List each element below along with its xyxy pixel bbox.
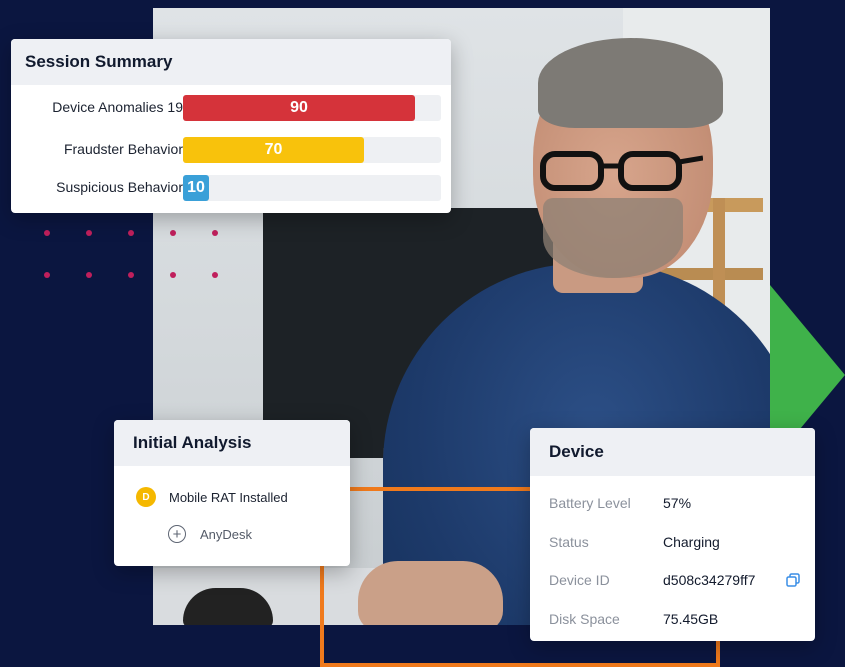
analysis-item-anydesk[interactable]: + AnyDesk bbox=[168, 525, 252, 543]
summary-row-device-anomalies: Device Anomalies 19 90 bbox=[11, 95, 451, 121]
device-field-value: Charging bbox=[663, 534, 720, 550]
analysis-item-label: Mobile RAT Installed bbox=[169, 489, 288, 505]
summary-bar-fill: 70 bbox=[183, 137, 364, 163]
summary-bar-fill: 10 bbox=[183, 175, 209, 201]
summary-row-label: Fraudster Behavior bbox=[63, 141, 183, 157]
plus-circle-icon[interactable]: + bbox=[168, 525, 186, 543]
decorative-dot bbox=[86, 230, 92, 236]
decorative-dot bbox=[44, 230, 50, 236]
summary-row-label: Device Anomalies 19 bbox=[52, 99, 183, 115]
device-field-key: Disk Space bbox=[549, 611, 620, 627]
badge-d-icon: D bbox=[136, 487, 156, 507]
decorative-dot bbox=[44, 272, 50, 278]
device-field-key: Device ID bbox=[549, 572, 610, 588]
device-field-value: 57% bbox=[663, 495, 692, 511]
photo-mouse bbox=[183, 588, 273, 625]
decorative-dot bbox=[170, 230, 176, 236]
decorative-dot bbox=[86, 272, 92, 278]
photo-person-beard bbox=[543, 198, 683, 278]
device-field-device-id: Device ID d508c34279ff7 bbox=[549, 572, 809, 592]
photo-glasses bbox=[540, 151, 703, 191]
summary-bar-track: 10 bbox=[183, 175, 441, 201]
decorative-dot bbox=[170, 272, 176, 278]
decorative-dot bbox=[212, 230, 218, 236]
summary-row-fraudster-behavior: Fraudster Behavior 70 bbox=[11, 137, 451, 163]
device-field-value: d508c34279ff7 bbox=[663, 572, 756, 588]
device-field-battery: Battery Level 57% bbox=[549, 495, 809, 515]
device-field-status: Status Charging bbox=[549, 534, 809, 554]
copy-icon[interactable] bbox=[786, 573, 800, 587]
session-summary-title: Session Summary bbox=[11, 39, 451, 85]
analysis-item-mobile-rat[interactable]: D Mobile RAT Installed bbox=[136, 487, 288, 507]
decorative-dot bbox=[128, 272, 134, 278]
initial-analysis-card: Initial Analysis D Mobile RAT Installed … bbox=[114, 420, 350, 566]
decorative-dot-grid bbox=[30, 225, 230, 285]
device-field-key: Battery Level bbox=[549, 495, 631, 511]
summary-row-label: Suspicious Behavior bbox=[56, 179, 183, 195]
device-field-value: 75.45GB bbox=[663, 611, 719, 627]
session-summary-card: Session Summary Device Anomalies 19 90 F… bbox=[11, 39, 451, 213]
summary-bar-track: 90 bbox=[183, 95, 441, 121]
analysis-item-label: AnyDesk bbox=[200, 526, 253, 542]
device-title: Device bbox=[530, 428, 815, 476]
device-field-key: Status bbox=[549, 534, 589, 550]
summary-bar-track: 70 bbox=[183, 137, 441, 163]
summary-bar-fill: 90 bbox=[183, 95, 415, 121]
device-card: Device Battery Level 57% Status Charging… bbox=[530, 428, 815, 641]
decorative-dot bbox=[212, 272, 218, 278]
device-field-disk-space: Disk Space 75.45GB bbox=[549, 611, 809, 631]
photo-person-hair bbox=[538, 38, 723, 128]
summary-row-suspicious-behavior: Suspicious Behavior 10 bbox=[11, 175, 451, 201]
initial-analysis-title: Initial Analysis bbox=[114, 420, 350, 466]
decorative-dot bbox=[128, 230, 134, 236]
